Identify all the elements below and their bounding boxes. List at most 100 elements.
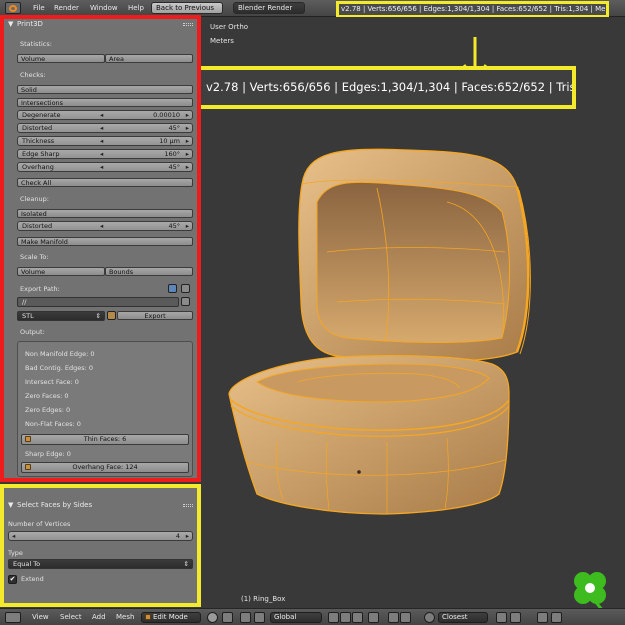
export-settings-icon[interactable] (107, 311, 116, 320)
panel-drag-handle[interactable] (183, 23, 193, 26)
degenerate-field[interactable]: Degenerate ◂ 0.00010 ▸ (17, 110, 193, 120)
sharp-edge-output: Sharp Edge: 0 (25, 450, 71, 458)
increment-icon[interactable]: ▸ (186, 532, 189, 540)
back-to-previous-button[interactable]: Back to Previous (151, 2, 223, 14)
extend-checkbox[interactable]: ✔ (8, 575, 17, 584)
increment-icon[interactable]: ▸ (186, 222, 189, 230)
scale-volume-button[interactable]: Volume (17, 267, 105, 276)
solid-check-button[interactable]: Solid (17, 85, 193, 94)
volume-stat-button[interactable]: Volume (17, 54, 105, 63)
operator-title: Select Faces by Sides (17, 501, 93, 509)
camera-icon[interactable] (551, 612, 562, 623)
export-button[interactable]: Export (117, 311, 193, 320)
menu-mesh[interactable]: Mesh (116, 609, 134, 625)
lid-mesh (298, 148, 531, 363)
move-icon[interactable] (254, 612, 265, 623)
scale-bounds-button[interactable]: Bounds (105, 267, 193, 276)
isolated-button[interactable]: Isolated (17, 209, 193, 218)
snap-target-icon[interactable] (510, 612, 521, 623)
clover-logo-icon (574, 572, 606, 612)
num-vertices-label: Number of Vertices (8, 520, 71, 528)
decrement-icon[interactable]: ◂ (100, 111, 103, 119)
snap-icon[interactable] (496, 612, 507, 623)
menu-view[interactable]: View (32, 609, 49, 625)
stats-callout-text: v2.78 | Verts:656/656 | Edges:1,304/1,30… (206, 80, 576, 94)
face-select-icon[interactable] (352, 612, 363, 623)
pivot-icon[interactable] (222, 612, 233, 623)
edge-select-icon[interactable] (340, 612, 351, 623)
panel-collapse-icon[interactable]: ▼ (8, 19, 13, 30)
check-all-button[interactable]: Check All (17, 178, 193, 187)
export-path-input[interactable]: // (17, 297, 179, 307)
thin-faces-button[interactable]: Thin Faces: 6 (21, 434, 189, 445)
select-faces-icon (25, 436, 31, 442)
cleanup-distorted-field[interactable]: Distorted ◂ 45° ▸ (17, 221, 193, 231)
menu-select[interactable]: Select (60, 609, 82, 625)
extend-label: Extend (21, 575, 44, 583)
folder-icon[interactable] (181, 297, 190, 306)
ring-box-mesh[interactable] (217, 142, 547, 537)
render-engine-select[interactable]: Blender Render (233, 2, 305, 14)
proportional-edit-icon[interactable] (424, 612, 435, 623)
editor-type-icon[interactable] (5, 2, 21, 14)
increment-icon[interactable]: ▸ (186, 111, 189, 119)
statistics-label: Statistics: (20, 40, 52, 48)
intersect-face-output: Intersect Face: 0 (25, 378, 79, 386)
decrement-icon[interactable]: ◂ (100, 124, 103, 132)
operator-panel: ▼ Select Faces by Sides Number of Vertic… (0, 484, 201, 607)
num-vertices-field[interactable]: ◂ 4 ▸ (8, 531, 193, 541)
type-label: Type (8, 549, 23, 557)
increment-icon[interactable]: ▸ (186, 124, 189, 132)
decrement-icon[interactable]: ◂ (100, 150, 103, 158)
type-select[interactable]: Equal To ⇕ (8, 559, 193, 569)
chevron-updown-icon: ⇕ (95, 312, 101, 320)
limit-to-visible-icon[interactable] (368, 612, 379, 623)
intersections-check-button[interactable]: Intersections (17, 98, 193, 107)
panel-title: Print3D (17, 20, 43, 28)
zero-faces-output: Zero Faces: 0 (25, 392, 69, 400)
layers-icon[interactable] (400, 612, 411, 623)
orientation-select[interactable]: Global (270, 612, 322, 623)
export-path-label: Export Path: (20, 285, 60, 293)
view-name-label: User Ortho (210, 23, 249, 31)
panel-collapse-icon[interactable]: ▼ (8, 500, 13, 511)
vertex-select-icon[interactable] (328, 612, 339, 623)
area-stat-button[interactable]: Area (105, 54, 193, 63)
panel-drag-handle[interactable] (183, 504, 193, 507)
output-label: Output: (20, 328, 45, 336)
menu-add[interactable]: Add (92, 609, 106, 625)
output-box: Non Manifold Edge: 0 Bad Contig. Edges: … (17, 341, 193, 477)
select-faces-icon (25, 464, 31, 470)
3d-viewport[interactable]: User Ortho Meters v2.78 | Verts:656/656 … (197, 17, 625, 612)
scene-stats-highlight: v2.78 | Verts:656/656 | Edges:1,304/1,30… (336, 1, 609, 18)
thickness-field[interactable]: Thickness ◂ 10 µm ▸ (17, 136, 193, 146)
export-format-select[interactable]: STL ⇕ (17, 311, 105, 321)
non-flat-output: Non-Flat Faces: 0 (25, 420, 81, 428)
edge-sharp-field[interactable]: Edge Sharp ◂ 160° ▸ (17, 149, 193, 159)
mode-select[interactable]: Edit Mode (141, 612, 201, 623)
decrement-icon[interactable]: ◂ (100, 137, 103, 145)
proportional-falloff-select[interactable]: Closest (438, 612, 488, 623)
distorted-field[interactable]: Distorted ◂ 45° ▸ (17, 123, 193, 133)
overhang-face-button[interactable]: Overhang Face: 124 (21, 462, 189, 473)
overlay-icon[interactable] (388, 612, 399, 623)
print3d-panel: ▼ Print3D Statistics: Volume Area Checks… (0, 15, 201, 482)
manipulator-icon[interactable] (240, 612, 251, 623)
editor-type-icon[interactable] (5, 612, 21, 623)
decrement-icon[interactable]: ◂ (100, 163, 103, 171)
wrench-icon[interactable] (168, 284, 177, 293)
render-preview-icon[interactable] (537, 612, 548, 623)
bad-contig-output: Bad Contig. Edges: 0 (25, 364, 94, 372)
shading-sphere-icon[interactable] (207, 612, 218, 623)
save-icon[interactable] (181, 284, 190, 293)
overhang-field[interactable]: Overhang ◂ 45° ▸ (17, 162, 193, 172)
increment-icon[interactable]: ▸ (186, 163, 189, 171)
increment-icon[interactable]: ▸ (186, 150, 189, 158)
cleanup-label: Cleanup: (20, 195, 49, 203)
make-manifold-button[interactable]: Make Manifold (17, 237, 193, 246)
increment-icon[interactable]: ▸ (186, 137, 189, 145)
decrement-icon[interactable]: ◂ (12, 532, 15, 540)
viewport-header: View Select Add Mesh Edit Mode Global Cl… (0, 608, 625, 625)
decrement-icon[interactable]: ◂ (100, 222, 103, 230)
base-mesh (228, 355, 510, 515)
